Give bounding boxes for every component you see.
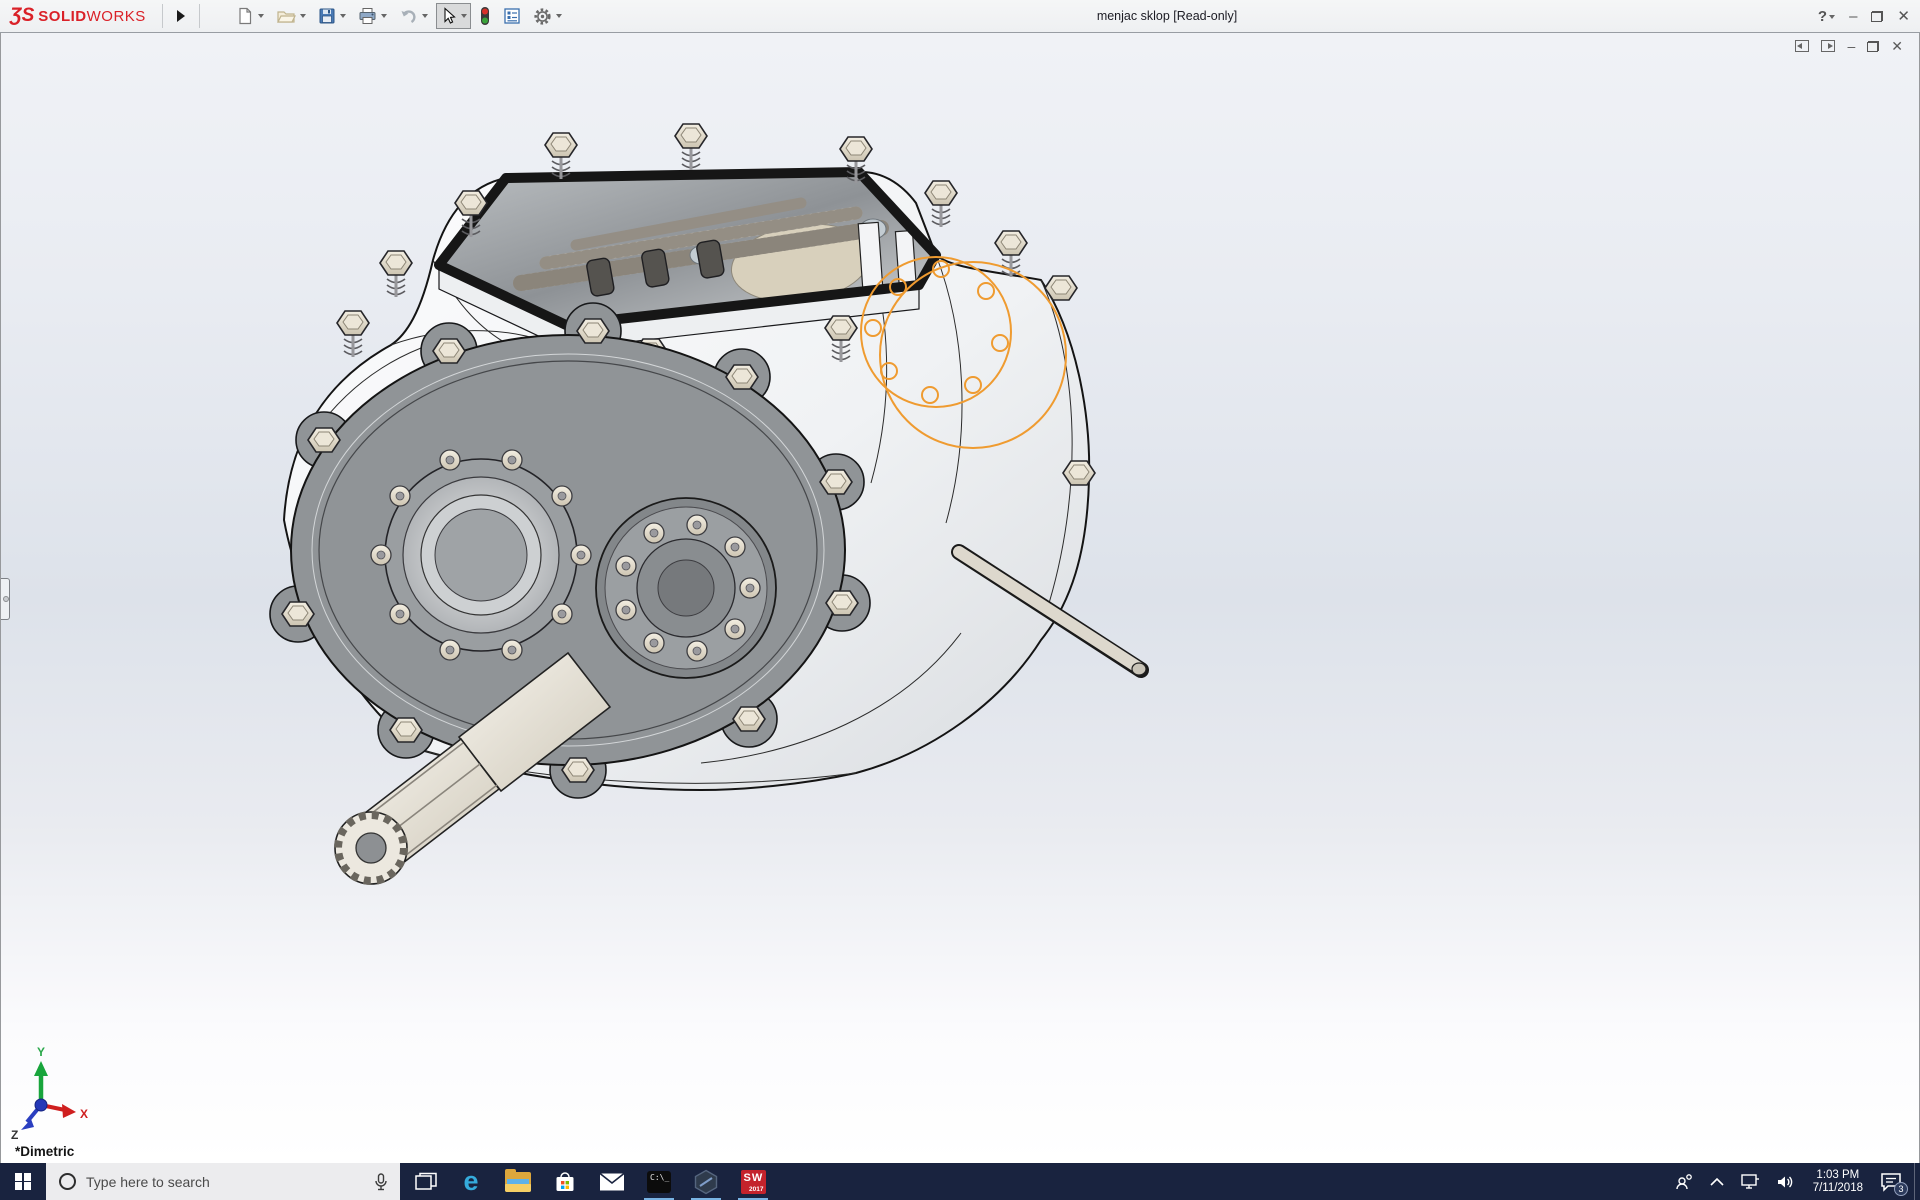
save-button[interactable] — [314, 3, 350, 29]
rebuild-traffic-light-icon — [480, 7, 489, 25]
options-button[interactable] — [529, 3, 566, 30]
dropdown-caret-icon[interactable] — [339, 14, 346, 18]
dropdown-caret-icon[interactable] — [380, 14, 387, 18]
show-desktop-button[interactable] — [1914, 1163, 1920, 1200]
search-input[interactable] — [86, 1173, 374, 1190]
start-button[interactable] — [0, 1163, 46, 1200]
standard-toolbar — [232, 2, 566, 30]
axis-z-label: Z — [11, 1128, 18, 1142]
command-prompt-icon: C:\_ — [647, 1170, 671, 1193]
task-view-button[interactable] — [403, 1163, 449, 1200]
mail-icon — [599, 1172, 625, 1190]
rebuild-button[interactable] — [475, 2, 495, 30]
task-view-icon — [415, 1172, 437, 1190]
clock-date: 7/11/2018 — [1812, 1181, 1863, 1194]
new-document-button[interactable] — [232, 3, 268, 29]
minimize-button[interactable]: – — [1849, 9, 1857, 24]
window-controls: ? – ✕ — [1818, 0, 1910, 33]
doc-minimize-button[interactable]: – — [1847, 39, 1855, 53]
file-properties-button[interactable] — [499, 3, 525, 29]
speaker-icon — [1777, 1176, 1792, 1187]
cortana-circle-icon — [59, 1173, 76, 1190]
help-button[interactable]: ? — [1818, 8, 1836, 25]
network-tray-button[interactable] — [1732, 1163, 1768, 1200]
graphics-viewport[interactable]: – ✕ Y X Z *Dimetric — [0, 33, 1920, 1163]
round-cover[interactable] — [595, 497, 777, 679]
microphone-icon[interactable] — [374, 1172, 388, 1191]
taskbar-app-solidworks[interactable]: SW 2017 — [730, 1163, 776, 1200]
select-button[interactable] — [435, 3, 471, 29]
clock-time: 1:03 PM — [1816, 1168, 1860, 1181]
options-gear-icon — [534, 7, 551, 25]
hidden-icons-button[interactable] — [1702, 1163, 1732, 1200]
people-tray-button[interactable] — [1666, 1163, 1702, 1200]
taskbar-app-edge[interactable]: e — [448, 1163, 494, 1200]
dropdown-caret-icon[interactable] — [257, 14, 264, 18]
view-orientation-label: *Dimetric — [15, 1144, 75, 1159]
taskbar-app-mail[interactable] — [589, 1163, 635, 1200]
print-button[interactable] — [354, 3, 391, 29]
divider — [198, 4, 200, 28]
new-document-icon — [239, 7, 251, 25]
volume-tray-button[interactable] — [1768, 1163, 1804, 1200]
system-tray: 1:03 PM 7/11/2018 3 — [1666, 1163, 1920, 1200]
close-button[interactable]: ✕ — [1897, 9, 1910, 24]
dropdown-caret-icon[interactable] — [555, 14, 562, 18]
notification-badge: 3 — [1894, 1182, 1908, 1196]
save-icon — [319, 8, 335, 24]
help-caret-icon[interactable] — [1829, 14, 1836, 19]
solidworks-logo-solid: SOLID — [38, 8, 87, 25]
open-folder-icon — [276, 11, 296, 23]
taskbar-clock[interactable]: 1:03 PM 7/11/2018 — [1804, 1169, 1872, 1195]
solidworks-logo: ƷS SOLID WORKS — [0, 5, 156, 27]
pane-left-button[interactable] — [1795, 40, 1810, 52]
solidworks-logo-mark: ƷS — [10, 5, 35, 26]
divider — [161, 4, 163, 28]
file-explorer-icon — [505, 1168, 531, 1192]
solidworks-logo-works: WORKS — [86, 8, 146, 25]
gearbox-model[interactable]: Y X Z — [1, 33, 1920, 1163]
menu-flyout-arrow-icon[interactable] — [176, 10, 185, 22]
edge-icon: e — [463, 1166, 479, 1196]
undo-button[interactable] — [395, 3, 432, 29]
action-center-button[interactable]: 3 — [1872, 1163, 1914, 1200]
axis-x-label: X — [80, 1107, 88, 1121]
doc-restore-button[interactable] — [1867, 40, 1880, 52]
pane-right-button[interactable] — [1821, 40, 1836, 52]
store-icon — [556, 1171, 574, 1191]
housing-bolt[interactable] — [1044, 275, 1078, 301]
taskbar-app-file-explorer[interactable] — [495, 1163, 541, 1200]
solidworks-2017-icon: SW 2017 — [740, 1169, 766, 1194]
dropdown-caret-icon[interactable] — [460, 14, 467, 18]
document-window-controls: – ✕ — [1795, 39, 1903, 53]
print-icon — [359, 8, 376, 24]
hexagon-app-icon — [693, 1169, 719, 1195]
taskbar-app-command-prompt[interactable]: C:\_ — [636, 1163, 682, 1200]
axis-triad: Y X Z — [11, 1045, 88, 1142]
doc-close-button[interactable]: ✕ — [1891, 39, 1903, 53]
housing-bolt[interactable] — [1062, 460, 1096, 486]
windows-logo-icon — [14, 1173, 32, 1190]
document-title: menjac sklop [Read-only] — [1096, 9, 1238, 23]
restore-button[interactable] — [1871, 11, 1884, 22]
taskbar-search[interactable] — [46, 1163, 400, 1200]
dropdown-caret-icon[interactable] — [421, 14, 428, 18]
chevron-up-icon — [1710, 1177, 1724, 1186]
dropdown-caret-icon[interactable] — [299, 14, 306, 18]
taskbar-app-store[interactable] — [542, 1163, 588, 1200]
taskbar: e C:\_ — [0, 1163, 1920, 1200]
network-icon — [1740, 1174, 1759, 1189]
people-icon — [1675, 1173, 1692, 1189]
undo-icon — [401, 10, 416, 24]
taskbar-app-hexagon[interactable] — [683, 1163, 729, 1200]
file-properties-icon — [504, 8, 520, 24]
titlebar: ƷS SOLID WORKS menjac sklop [Read-only] … — [0, 0, 1920, 33]
select-cursor-icon — [444, 7, 456, 24]
open-button[interactable] — [272, 3, 310, 29]
axis-y-label: Y — [37, 1045, 45, 1059]
